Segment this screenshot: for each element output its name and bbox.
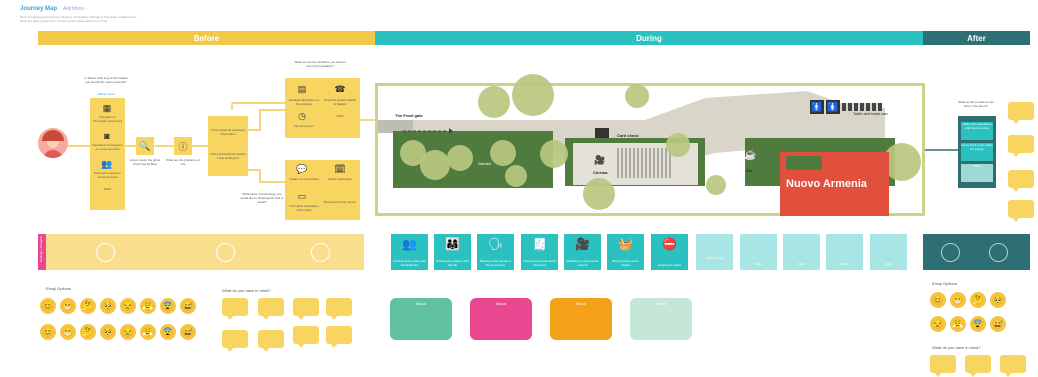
mood-card-3: Mood bbox=[550, 298, 612, 340]
during-step-label: Arriving at the place with friends/famil… bbox=[393, 259, 426, 267]
found-info-stack bbox=[208, 116, 248, 176]
map-label-bar: Bar bbox=[746, 168, 753, 173]
upper-option-d: Other bbox=[336, 114, 344, 118]
during-step-label: Ordering food and drinks at the bar bbox=[522, 259, 557, 267]
question-top: 1. Where both eng of information you sho… bbox=[84, 76, 128, 84]
after-column: Share the experience with friends online… bbox=[958, 116, 996, 188]
map-label-front-gate: The Front gate bbox=[395, 113, 423, 118]
people-icon: 👥 bbox=[101, 158, 113, 169]
laptop-icon: ▭ bbox=[297, 190, 307, 201]
during-step-label: Buying things at the market bbox=[612, 259, 639, 267]
mood-card-2: Mood bbox=[470, 298, 532, 340]
mood-card-1: Mood bbox=[390, 298, 452, 340]
lower-option-b: Online reservation bbox=[327, 177, 353, 181]
after-emoji-title: Emoji Options bbox=[932, 281, 957, 286]
during-step-label: Entering the garden with friends bbox=[436, 259, 469, 267]
question-upper: What are the the dentifiers you want to … bbox=[294, 60, 346, 68]
placeholder-card: Other bbox=[826, 234, 863, 270]
placeholder-card: Other activity bbox=[696, 234, 733, 270]
question-lower: What kinds of technology you would like … bbox=[240, 192, 284, 204]
emoji-grid-after: 😊 😁 🤔 🥺 😒 😤 😨 😅 bbox=[930, 292, 1020, 336]
mid-sticky-2: I did not find all information I was loo… bbox=[210, 152, 246, 160]
place-name: Nuovo Armenia bbox=[786, 178, 867, 190]
question-top-sub: Riflette nuou bbox=[97, 92, 115, 96]
order-icon: 🧾 bbox=[532, 237, 547, 251]
mood-card-4: Mood bbox=[630, 298, 692, 340]
clock-icon: ◷ bbox=[298, 110, 306, 121]
document-icon: ▤ bbox=[297, 83, 307, 94]
info-sticky-4: Other bbox=[103, 187, 112, 191]
info-sticky-1: Thoughts on information and mood bbox=[92, 115, 123, 123]
lower-option-c: Full online description of the place bbox=[289, 204, 319, 212]
mid-sticky-1: I have found all necessary information bbox=[210, 128, 246, 136]
during-step-label: Watching a movie at the cinema bbox=[566, 259, 599, 267]
projector-icon: 🎥 bbox=[594, 155, 606, 165]
group-icon: 👨‍👩‍👧 bbox=[445, 237, 460, 251]
map-label-garden: Garden bbox=[478, 161, 492, 166]
store-icon: ▦ bbox=[102, 102, 112, 113]
lower-option-a: Instant communication bbox=[288, 177, 319, 181]
emoji-grid-before: 😊 😁 🤔 🥺 😒 😤 😨 😅 😊 😁 🤔 🥺 😒 😤 😨 😅 bbox=[40, 298, 210, 348]
exit-icon: ⛔ bbox=[662, 237, 677, 251]
map-label-cinema: Cinema bbox=[593, 170, 608, 175]
teapot-icon: ☕ bbox=[744, 150, 757, 161]
search-icon: 🔍 bbox=[136, 137, 154, 155]
feelings-lane-after bbox=[923, 234, 1030, 270]
during-step-label: Leaving the place bbox=[657, 263, 682, 267]
placeholder-card: Other bbox=[783, 234, 820, 270]
contact-icon: ☎ bbox=[334, 83, 346, 94]
reservation-icon: 🗓 bbox=[334, 163, 346, 174]
search-caption: Lorem ipsum the ghost chord friends Beer bbox=[129, 158, 161, 166]
meeting-icon: 👥 bbox=[402, 237, 417, 251]
persona-avatar bbox=[38, 128, 68, 158]
placeholder-card: Other bbox=[740, 234, 777, 270]
upper-option-a: Detailed description of the problem bbox=[289, 98, 319, 106]
feelings-lane-before bbox=[46, 234, 364, 270]
upper-option-c: Opening hours bbox=[294, 124, 314, 128]
info-icon: ⓘ bbox=[174, 137, 192, 155]
after-card-3: Other bbox=[973, 164, 981, 168]
emoji-options-title: Emoji Options bbox=[46, 286, 71, 291]
during-step-label: Meeting other people in the community bbox=[479, 259, 512, 267]
after-mind-title: What do you have in mind? bbox=[932, 345, 981, 350]
upper-option-b: Personal contact details of Italians bbox=[324, 98, 356, 106]
shop-icon: 🧺 bbox=[618, 237, 633, 251]
chat-icon: 💬 bbox=[296, 163, 308, 174]
social-icon: ◙ bbox=[104, 131, 110, 141]
map-label-card-check: Card check bbox=[617, 133, 639, 138]
after-question: What would you like to see here in the f… bbox=[958, 100, 994, 108]
map-label-toilet: Toilet and trash can bbox=[853, 111, 888, 116]
feelings-tag: Feelings / Thoughts bbox=[38, 234, 46, 270]
after-card-2: Come back to the place for events bbox=[961, 143, 993, 151]
nuovo-armenia-block: Nuovo Armenia bbox=[780, 152, 889, 216]
info-caption: What are the problems of info bbox=[166, 158, 200, 166]
after-card-1: Share the experience with friends online bbox=[962, 122, 992, 130]
info-sticky-2: Facebook or instagram on nuovo armenia bbox=[92, 143, 123, 151]
info-sticky-3: Personal reviews on nuovo armenia bbox=[93, 171, 121, 179]
placeholder-card: Other bbox=[870, 234, 907, 270]
cinema-icon: 🎥 bbox=[575, 237, 590, 251]
lower-option-d: Reviews of other clients bbox=[324, 200, 356, 204]
presentation-icon: 🗣 bbox=[487, 237, 504, 251]
mind-title: What do you have in mind? bbox=[222, 288, 271, 293]
